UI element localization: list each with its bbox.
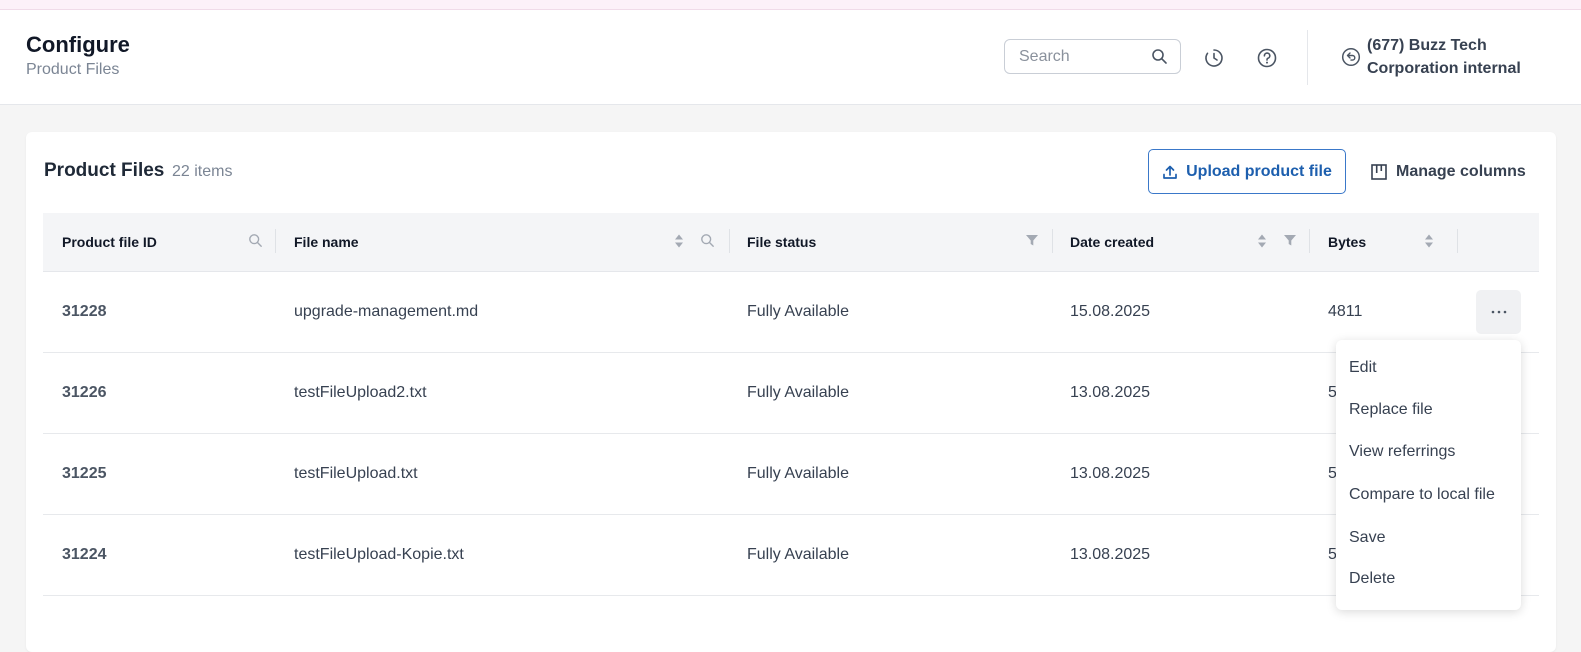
tenant-name: (677) Buzz Tech Corporation internal [1367,37,1521,77]
column-header-file-status[interactable]: File status [747,213,816,271]
columns-icon [1371,163,1387,180]
search-icon[interactable] [700,233,715,253]
date-created: 15.08.2025 [1070,303,1151,320]
menu-item-edit[interactable]: Edit [1349,359,1377,377]
page-title: Configure [26,32,130,57]
column-separator [729,229,730,253]
top-strip [0,0,1581,10]
column-header-file-name[interactable]: File name [294,213,359,271]
help-icon[interactable] [1255,46,1279,70]
item-count: 22 items [172,163,233,180]
file-status: Fully Available [747,546,849,563]
switch-tenant-icon [1341,47,1361,72]
history-icon[interactable] [1202,46,1226,70]
table-row[interactable]: 31228 upgrade-management.md Fully Availa… [43,272,1539,353]
product-files-card: Product Files 22 items Upload product fi… [26,132,1556,652]
filter-icon[interactable] [1283,233,1297,252]
menu-item-view-referrings[interactable]: View referrings [1349,443,1455,461]
product-file-id[interactable]: 31224 [62,515,107,595]
sort-icon[interactable] [1423,233,1435,254]
product-file-id[interactable]: 31226 [62,353,107,433]
manage-label: Manage columns [1396,162,1526,180]
manage-columns-button[interactable]: Manage columns [1370,149,1526,194]
upload-icon [1163,165,1177,179]
table-row[interactable]: 31224 testFileUpload-Kopie.txt Fully Ava… [43,515,1539,596]
column-header-bytes[interactable]: Bytes [1328,213,1366,271]
product-file-id[interactable]: 31228 [62,272,107,352]
search-icon[interactable] [1151,48,1168,70]
file-status: Fully Available [747,303,849,320]
row-actions-menu: Edit Replace file View referrings Compar… [1336,340,1521,610]
product-file-id[interactable]: 31225 [62,434,107,514]
column-separator [1052,229,1053,253]
date-created: 13.08.2025 [1070,465,1151,482]
file-name: upgrade-management.md [294,303,479,320]
search-input[interactable] [1017,47,1146,67]
menu-item-replace-file[interactable]: Replace file [1349,401,1433,419]
column-header-date-created[interactable]: Date created [1070,213,1154,271]
menu-item-delete[interactable]: Delete [1349,570,1395,588]
file-name: testFileUpload-Kopie.txt [294,546,464,563]
row-actions-button[interactable] [1476,290,1521,334]
upload-label: Upload product file [1186,162,1332,180]
sort-icon[interactable] [1256,233,1268,254]
filter-icon[interactable] [1025,233,1039,252]
search-box[interactable] [1004,39,1181,74]
search-icon[interactable] [248,233,263,253]
page-header: Configure Product Files (677) Buzz Tech … [0,10,1581,105]
file-name: testFileUpload2.txt [294,384,427,401]
table-row[interactable]: 31226 testFileUpload2.txt Fully Availabl… [43,353,1539,434]
column-separator [275,229,276,253]
card-title: Product Files [44,160,165,181]
header-divider [1307,30,1308,85]
column-header-product-file-id[interactable]: Product file ID [62,213,157,271]
sort-icon[interactable] [673,233,685,254]
column-separator [1457,229,1458,253]
date-created: 13.08.2025 [1070,384,1151,401]
table-row[interactable]: 31225 testFileUpload.txt Fully Available… [43,434,1539,515]
upload-product-file-button[interactable]: Upload product file [1148,149,1346,194]
file-status: Fully Available [747,465,849,482]
date-created: 13.08.2025 [1070,546,1151,563]
file-name: testFileUpload.txt [294,465,418,482]
more-horizontal-icon [1491,310,1506,314]
table-header: Product file ID File name File status Da… [43,213,1539,272]
menu-item-save[interactable]: Save [1349,529,1385,547]
column-separator [1309,229,1310,253]
file-status: Fully Available [747,384,849,401]
page-subtitle: Product Files [26,61,120,78]
menu-item-compare-to-local-file[interactable]: Compare to local file [1349,486,1495,504]
